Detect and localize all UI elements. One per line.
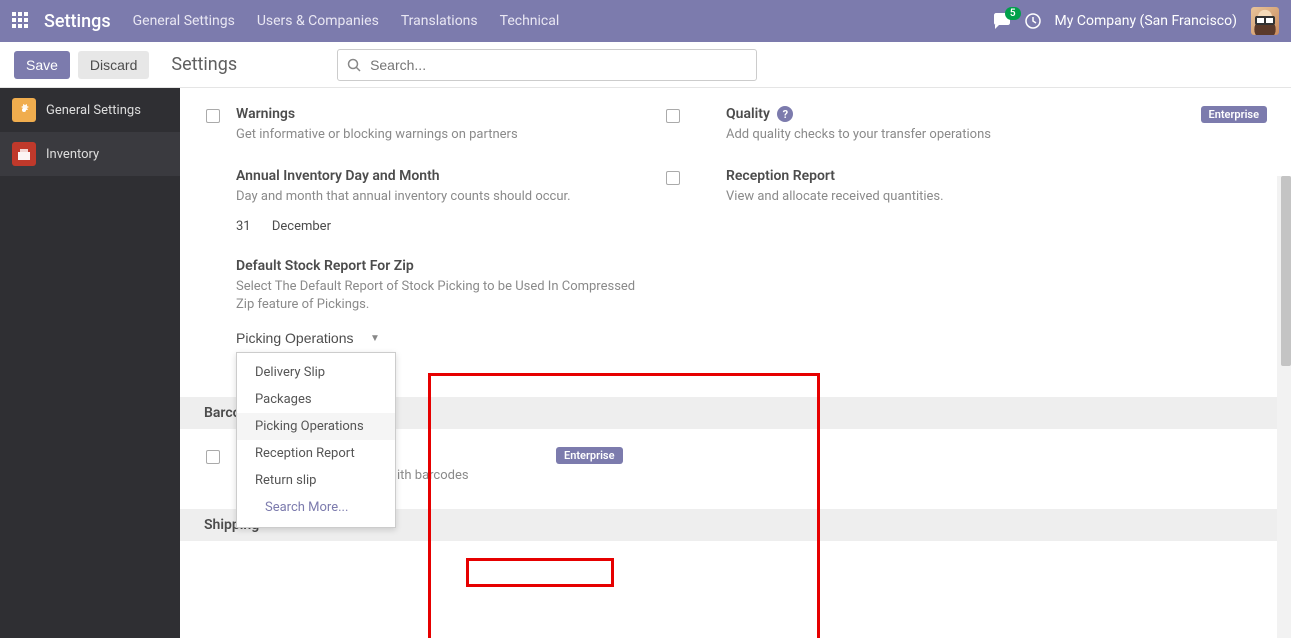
option-picking-operations[interactable]: Picking Operations <box>237 413 395 440</box>
setting-zip-desc: Select The Default Report of Stock Picki… <box>236 278 656 314</box>
dropdown-menu: Delivery Slip Packages Picking Operation… <box>236 352 396 528</box>
sidebar-item-label: Inventory <box>46 147 99 162</box>
nav-general-settings[interactable]: General Settings <box>133 13 235 29</box>
annual-month[interactable]: December <box>272 219 331 234</box>
checkbox-barcode[interactable] <box>206 450 220 464</box>
quality-label: Quality <box>726 106 770 122</box>
setting-zip-title: Default Stock Report For Zip <box>236 258 656 274</box>
company-selector[interactable]: My Company (San Francisco) <box>1055 13 1237 29</box>
annual-values: 31 December <box>236 219 656 234</box>
zip-report-dropdown[interactable]: ▼ Delivery Slip Packages Picking Operati… <box>236 328 380 349</box>
sidebar: General Settings Inventory <box>0 88 180 638</box>
setting-warnings-desc: Get informative or blocking warnings on … <box>236 126 656 144</box>
option-packages[interactable]: Packages <box>237 386 395 413</box>
nav-translations[interactable]: Translations <box>401 13 478 29</box>
annual-day[interactable]: 31 <box>236 219 251 234</box>
messages-button[interactable]: 5 <box>993 13 1011 29</box>
search-icon <box>347 58 361 72</box>
search-more-link[interactable]: Search More... <box>237 494 395 521</box>
setting-reception-desc: View and allocate received quantities. <box>726 188 1267 206</box>
activities-icon[interactable] <box>1025 13 1041 29</box>
discard-button[interactable]: Discard <box>78 51 149 79</box>
highlight-picking-option <box>466 558 614 587</box>
control-bar: Save Discard Settings <box>0 42 1291 88</box>
sidebar-item-label: General Settings <box>46 103 141 118</box>
enterprise-badge: Enterprise <box>556 447 623 464</box>
page-title: Settings <box>171 54 237 75</box>
setting-quality-desc: Add quality checks to your transfer oper… <box>726 126 1267 144</box>
top-nav: Settings General Settings Users & Compan… <box>0 0 1291 42</box>
user-avatar[interactable] <box>1251 7 1279 35</box>
option-delivery-slip[interactable]: Delivery Slip <box>237 359 395 386</box>
checkbox-quality[interactable] <box>666 109 680 123</box>
save-button[interactable]: Save <box>14 51 70 79</box>
setting-annual-title: Annual Inventory Day and Month <box>236 168 656 184</box>
checkbox-reception[interactable] <box>666 171 680 185</box>
message-count-badge: 5 <box>1005 7 1021 20</box>
checkbox-warnings[interactable] <box>206 109 220 123</box>
sidebar-item-inventory[interactable]: Inventory <box>0 132 180 176</box>
search-input[interactable] <box>337 49 757 81</box>
option-return-slip[interactable]: Return slip <box>237 467 395 494</box>
option-reception-report[interactable]: Reception Report <box>237 440 395 467</box>
apps-icon[interactable] <box>12 12 30 30</box>
setting-warnings-title: Warnings <box>236 106 656 122</box>
sidebar-item-general-settings[interactable]: General Settings <box>0 88 180 132</box>
gear-icon <box>12 98 36 122</box>
setting-quality-title: Quality ? <box>726 106 1267 122</box>
inventory-icon <box>12 142 36 166</box>
app-brand[interactable]: Settings <box>44 11 111 32</box>
zip-report-input[interactable] <box>236 330 366 346</box>
nav-users-companies[interactable]: Users & Companies <box>257 13 379 29</box>
enterprise-badge: Enterprise <box>1201 106 1268 123</box>
nav-technical[interactable]: Technical <box>500 13 560 29</box>
content-area: Warnings Get informative or blocking war… <box>180 88 1291 638</box>
caret-down-icon[interactable]: ▼ <box>370 333 380 344</box>
search-wrap <box>337 49 757 81</box>
setting-annual-desc: Day and month that annual inventory coun… <box>236 188 656 206</box>
setting-reception-title: Reception Report <box>726 168 1267 184</box>
barcode-desc-end: ith barcodes <box>397 468 469 483</box>
help-icon[interactable]: ? <box>777 106 793 122</box>
